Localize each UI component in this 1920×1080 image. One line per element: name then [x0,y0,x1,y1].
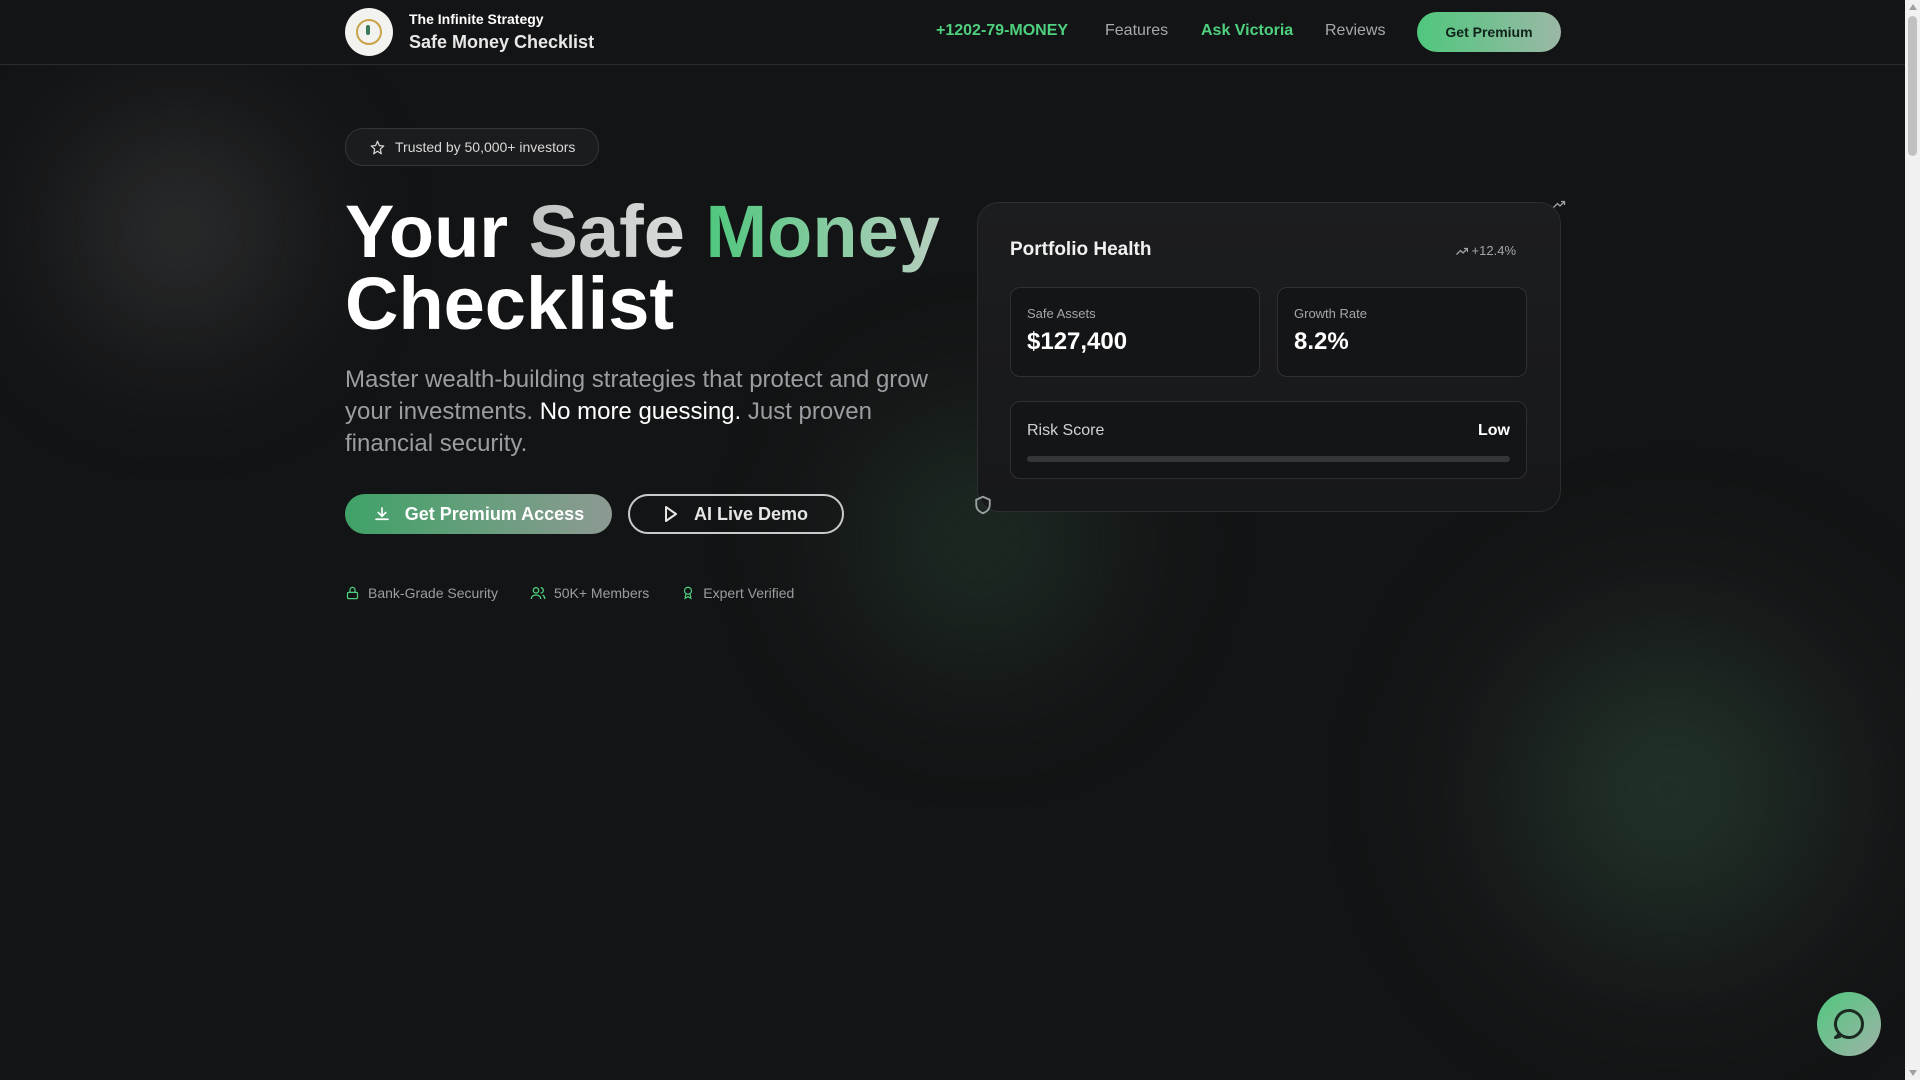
star-icon [370,140,385,154]
feature-members-label: 50K+ Members [553,584,650,601]
trust-features: Bank-Grade Security 50K+ Members Expert … [345,584,826,601]
stat-safe-assets-value: $127,400 [1027,328,1128,355]
play-icon [664,506,677,522]
scroll-down-arrow-icon[interactable] [1909,1070,1917,1076]
logo-emblem-icon [356,19,382,45]
title-word-safe: Safe [528,190,685,273]
scroll-thumb[interactable] [1908,16,1917,156]
title-word-checklist: Checklist [345,262,675,345]
brand[interactable]: The Infinite Strategy Safe Money Checkli… [345,8,594,56]
risk-score-value: Low [1478,422,1510,439]
hero-title: Your Safe Money Checklist [345,195,940,345]
trusted-badge-text: Trusted by 50,000+ investors [395,139,576,155]
stat-safe-assets-label: Safe Assets [1027,306,1096,321]
ai-live-demo-button[interactable]: AI Live Demo [628,494,844,534]
stat-safe-assets: Safe Assets $127,400 [1010,287,1260,377]
portfolio-health-card: Portfolio Health +12.4% Safe Assets $127… [975,200,1566,515]
risk-score-bar [1027,456,1510,462]
brand-tagline: The Infinite Strategy [409,11,544,27]
top-navigation: The Infinite Strategy Safe Money Checkli… [0,0,1905,65]
brand-text: The Infinite Strategy Safe Money Checkli… [409,10,594,54]
trending-up-corner-icon [1553,200,1566,208]
brand-name: Safe Money Checklist [409,32,595,52]
nav-features-link[interactable]: Features [1105,22,1168,40]
lock-icon [346,586,359,599]
chat-icon [1834,1009,1864,1040]
ai-live-demo-label: AI Live Demo [693,503,809,524]
risk-score-panel: Risk Score Low [1010,401,1527,479]
stat-growth-rate-label: Growth Rate [1294,306,1367,321]
title-word-your: Your [345,190,509,273]
trending-up-icon [1455,247,1468,255]
stat-growth-rate-value: 8.2% [1294,328,1349,355]
award-icon [684,586,693,600]
page-scrollbar[interactable] [1905,0,1920,1080]
background-glow-left [20,60,340,400]
title-word-money: Money [705,190,940,273]
feature-verified-label: Expert Verified [703,584,795,601]
background-glow-right [1430,540,1910,1040]
card-trend: +12.4% [1455,243,1516,258]
users-icon [530,586,546,599]
shield-icon [975,495,991,515]
download-icon [374,507,389,521]
stat-growth-rate: Growth Rate 8.2% [1277,287,1527,377]
chat-button[interactable] [1817,992,1881,1056]
nav-reviews-link[interactable]: Reviews [1325,22,1385,40]
scroll-up-arrow-icon[interactable] [1909,4,1917,10]
feature-members: 50K+ Members [530,584,649,601]
subtitle-highlight: No more guessing. [539,398,742,425]
nav-phone-link[interactable]: +1202-79-MONEY [936,22,1068,40]
feature-security-label: Bank-Grade Security [368,584,498,601]
trusted-badge: Trusted by 50,000+ investors [345,128,599,166]
get-premium-access-label: Get Premium Access [404,503,585,524]
get-premium-button[interactable]: Get Premium [1417,12,1561,52]
logo [345,8,393,56]
feature-security: Bank-Grade Security [345,584,498,601]
risk-score-label: Risk Score [1027,422,1105,439]
feature-verified: Expert Verified [681,584,794,601]
card-trend-value: +12.4% [1471,243,1516,258]
get-premium-access-button[interactable]: Get Premium Access [345,494,612,534]
hero-subtitle: Master wealth-building strategies that p… [345,364,945,460]
nav-ask-victoria-link[interactable]: Ask Victoria [1201,22,1293,40]
card-title: Portfolio Health [1010,239,1152,260]
